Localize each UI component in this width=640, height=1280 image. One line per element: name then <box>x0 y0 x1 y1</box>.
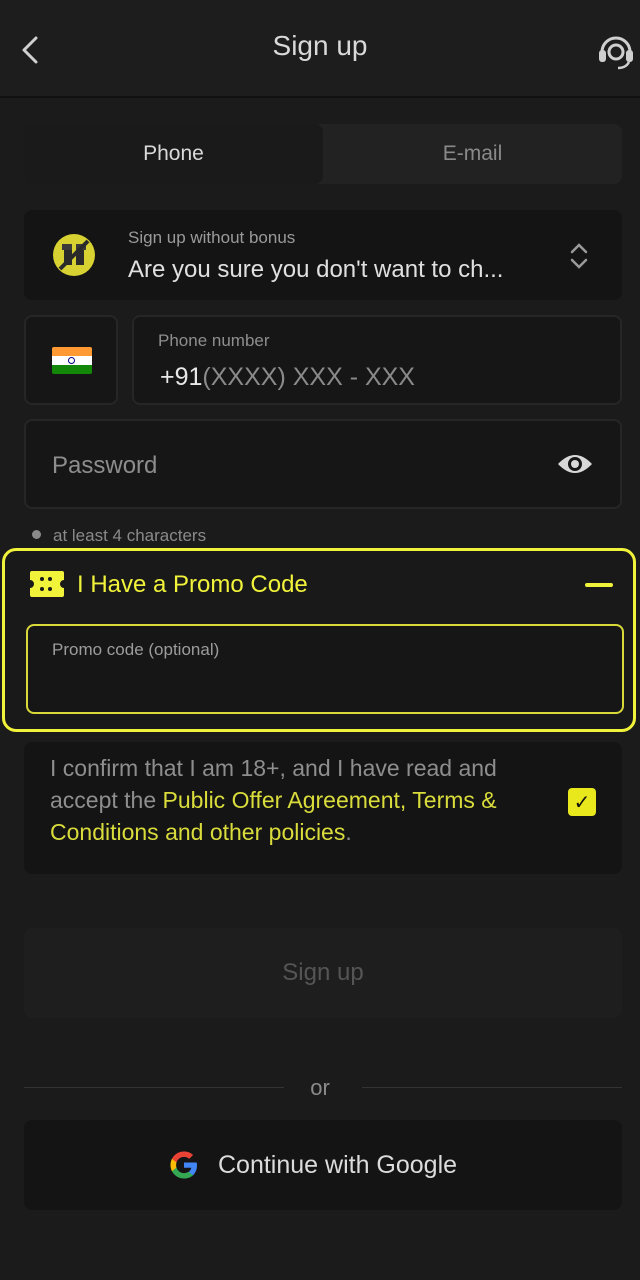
password-field[interactable]: Password <box>24 419 622 509</box>
promo-code-input[interactable]: Promo code (optional) <box>26 624 624 714</box>
bonus-value: Are you sure you don't want to ch... <box>128 256 504 283</box>
collapse-minus-icon[interactable] <box>585 583 613 587</box>
promo-code-panel: I Have a Promo Code Promo code (optional… <box>2 548 636 732</box>
eye-icon[interactable] <box>556 449 594 479</box>
signup-method-tabs: Phone E-mail <box>24 124 622 184</box>
ticket-icon <box>30 571 64 597</box>
google-button-label: Continue with Google <box>218 1151 458 1179</box>
google-icon <box>170 1151 197 1179</box>
no-bonus-icon <box>53 234 95 276</box>
promo-code-label: Promo code (optional) <box>52 640 220 659</box>
tab-phone[interactable]: Phone <box>24 124 323 184</box>
terms-checkbox[interactable]: ✓ <box>568 788 596 816</box>
hint-bullet <box>32 530 41 539</box>
country-code-selector[interactable] <box>24 315 118 405</box>
headset-support-icon <box>599 36 633 70</box>
page-title: Sign up <box>272 30 368 61</box>
password-hint-text: at least 4 characters <box>53 526 207 545</box>
phone-number-label: Phone number <box>158 331 270 350</box>
bonus-selector[interactable]: Sign up without bonus Are you sure you d… <box>24 210 622 300</box>
password-input[interactable]: Password <box>52 452 157 480</box>
phone-number-field[interactable]: Phone number +91(XXXX) XXX - XXX <box>132 315 622 405</box>
chevron-up-down-icon <box>570 243 588 269</box>
tab-email[interactable]: E-mail <box>323 124 622 184</box>
divider-right <box>362 1087 622 1088</box>
top-bar: Sign up <box>0 0 640 98</box>
or-separator: or <box>310 1075 330 1100</box>
public-offer-link[interactable]: Public Offer Agreement, <box>163 787 407 813</box>
india-flag-icon <box>52 347 92 374</box>
terms-text: I confirm that I am 18+, and I have read… <box>50 752 550 848</box>
continue-with-google-button[interactable]: Continue with Google <box>24 1120 622 1210</box>
signup-button[interactable]: Sign up <box>24 928 622 1018</box>
password-hint: at least 4 characters <box>32 526 206 546</box>
terms-confirmation: I confirm that I am 18+, and I have read… <box>24 742 622 874</box>
phone-mask: (XXXX) XXX - XXX <box>202 363 415 391</box>
bonus-label: Sign up without bonus <box>128 228 296 247</box>
phone-prefix: +91 <box>160 363 203 391</box>
promo-code-toggle[interactable]: I Have a Promo Code <box>77 571 308 599</box>
terms-text-end: . <box>345 819 352 845</box>
support-button[interactable] <box>596 28 636 72</box>
phone-number-input[interactable]: +91(XXXX) XXX - XXX <box>160 363 415 392</box>
